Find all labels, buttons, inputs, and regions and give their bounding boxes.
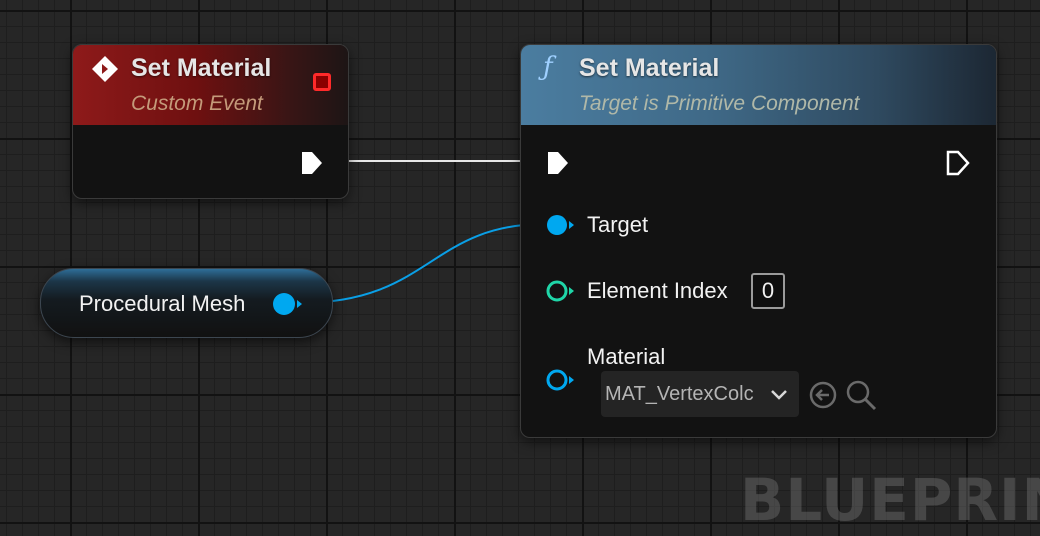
variable-output-pin[interactable] <box>271 291 303 317</box>
custom-event-node[interactable]: Set Material Custom Event <box>72 44 349 199</box>
function-node-subtitle: Target is Primitive Component <box>579 92 860 115</box>
set-material-function-node[interactable]: ƒ Set Material Target is Primitive Compo… <box>520 44 997 438</box>
material-asset-dropdown[interactable]: MAT_VertexColc <box>601 371 799 417</box>
element-index-field[interactable]: 0 <box>751 273 785 309</box>
event-diamond-icon <box>92 56 118 82</box>
stop-square-icon <box>313 73 331 91</box>
procedural-mesh-variable-node[interactable]: Procedural Mesh <box>40 268 333 338</box>
use-selected-asset-icon[interactable] <box>809 381 837 409</box>
event-node-title: Set Material <box>131 54 272 82</box>
exec-input-pin[interactable] <box>545 149 571 177</box>
event-node-header[interactable]: Set Material Custom Event <box>73 45 348 125</box>
exec-output-pin[interactable] <box>945 149 971 177</box>
element-index-input-pin[interactable] <box>545 278 575 304</box>
material-pin-label: Material <box>587 344 666 369</box>
function-node-title: Set Material <box>579 54 720 82</box>
chevron-down-icon <box>771 390 787 400</box>
function-node-header[interactable]: ƒ Set Material Target is Primitive Compo… <box>521 45 996 125</box>
target-pin-label: Target <box>587 212 649 237</box>
material-asset-value: MAT_VertexColc <box>605 382 754 405</box>
object-wire <box>299 223 546 304</box>
variable-node-label: Procedural Mesh <box>79 291 246 316</box>
browse-asset-search-icon[interactable] <box>845 379 879 411</box>
material-input-pin[interactable] <box>545 367 575 393</box>
exec-output-pin[interactable] <box>299 149 325 177</box>
event-node-subtitle: Custom Event <box>131 92 263 115</box>
target-input-pin[interactable] <box>545 212 575 238</box>
element-index-pin-label: Element Index <box>587 278 728 303</box>
blueprint-watermark: BLUEPRINT <box>740 466 1040 534</box>
function-f-icon: ƒ <box>543 52 553 82</box>
